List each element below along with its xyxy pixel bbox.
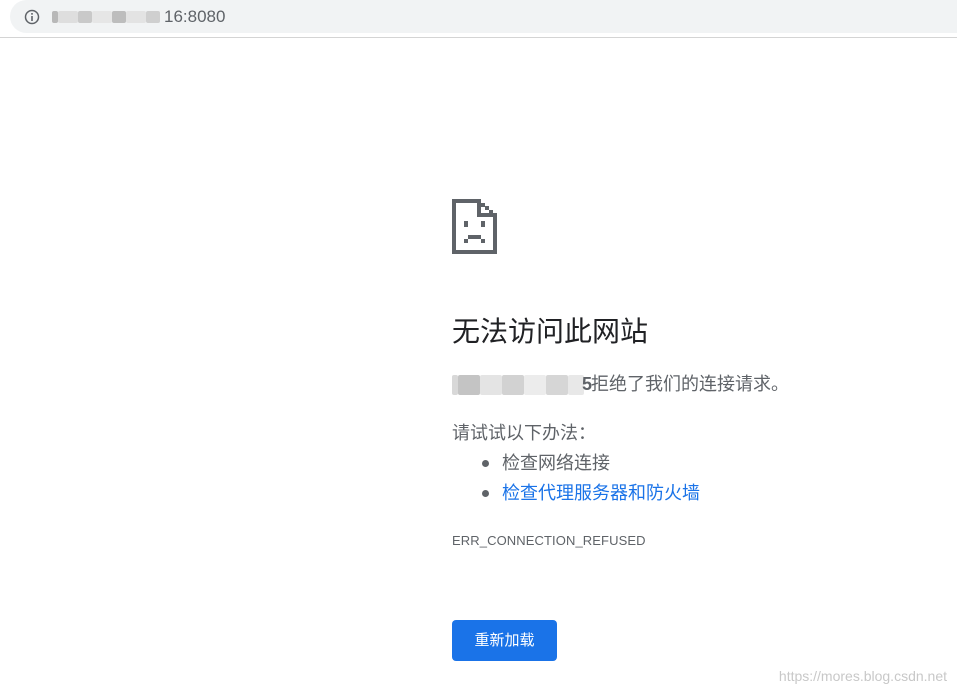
watermark: https://mores.blog.csdn.net (778, 668, 947, 684)
error-headline: 无法访问此网站 (452, 316, 649, 347)
bullet-icon (482, 460, 489, 467)
url-host-redacted (52, 9, 164, 25)
host-redacted (452, 375, 584, 395)
error-code: ERR_CONNECTION_REFUSED (452, 533, 646, 548)
address-bar: 16:8080 (0, 0, 957, 38)
reload-button[interactable]: 重新加载 (452, 620, 557, 661)
suggestion-link-label[interactable]: 检查代理服务器和防火墙 (502, 481, 700, 505)
url-text[interactable]: 16:8080 (164, 7, 225, 27)
suggestions-heading: 请试试以下办法： (452, 423, 596, 443)
info-icon[interactable] (24, 9, 40, 25)
host-refused-message: 拒绝了我们的连接请求。 (591, 374, 789, 394)
suggestion-label: 检查网络连接 (502, 453, 610, 473)
sad-page-icon (452, 199, 497, 254)
bullet-icon (482, 490, 489, 497)
